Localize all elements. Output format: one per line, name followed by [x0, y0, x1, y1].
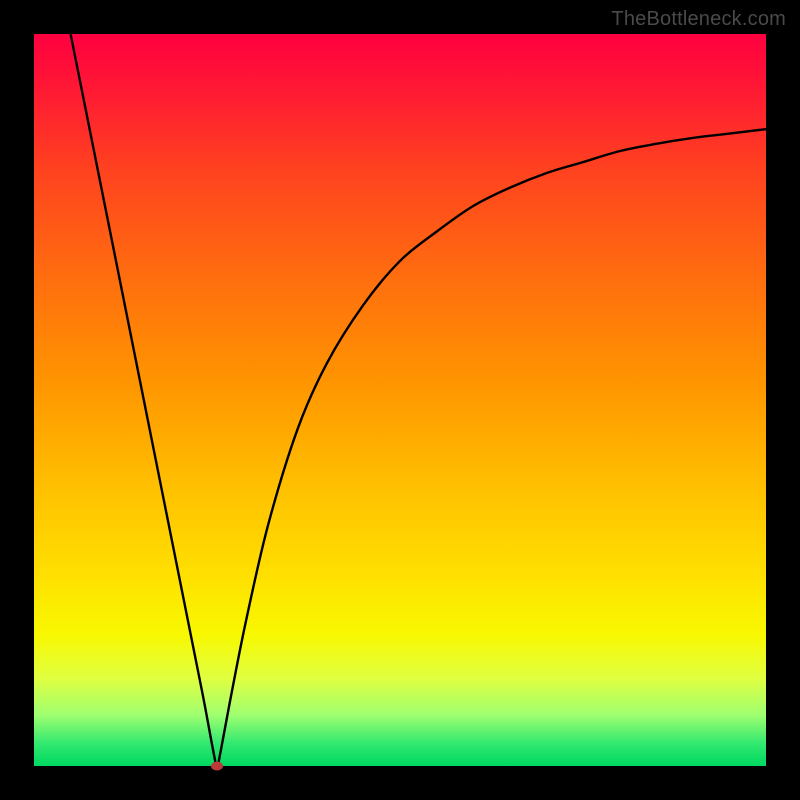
plot-area	[34, 34, 766, 766]
bottleneck-curve	[71, 34, 766, 766]
watermark-text: TheBottleneck.com	[611, 8, 786, 31]
chart-container: TheBottleneck.com	[0, 0, 800, 800]
curve-layer	[34, 34, 766, 766]
notch-marker	[211, 762, 223, 771]
